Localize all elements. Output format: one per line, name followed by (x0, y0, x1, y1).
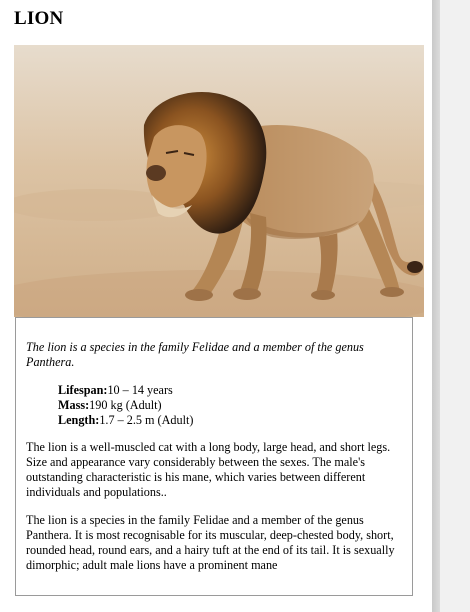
fact-lifespan: Lifespan:10 – 14 years (58, 383, 402, 398)
facts-list: Lifespan:10 – 14 years Mass:190 kg (Adul… (58, 383, 402, 428)
info-card: The lion is a species in the family Feli… (15, 317, 413, 596)
page: LION The lion is a species in the family… (0, 0, 470, 612)
description-paragraph: The lion is a species in the family Feli… (26, 513, 395, 572)
page-title: LION (14, 8, 64, 29)
fact-mass: Mass:190 kg (Adult) (58, 398, 402, 413)
intro-text: The lion is a species in the family Feli… (26, 340, 364, 369)
fact-label: Mass: (58, 398, 90, 412)
scrollbar-thumb[interactable] (432, 0, 440, 612)
fact-label: Length: (58, 413, 100, 427)
fact-value: 10 – 14 years (107, 383, 173, 397)
lion-photo (14, 45, 424, 317)
fact-length: Length:1.7 – 2.5 m (Adult) (58, 413, 402, 428)
fact-value: 190 kg (Adult) (89, 398, 162, 412)
document-content: LION The lion is a species in the family… (0, 0, 432, 612)
fact-value: 1.7 – 2.5 m (Adult) (99, 413, 194, 427)
fact-label: Lifespan: (58, 383, 108, 397)
description-paragraph: The lion is a well-muscled cat with a lo… (26, 440, 391, 499)
